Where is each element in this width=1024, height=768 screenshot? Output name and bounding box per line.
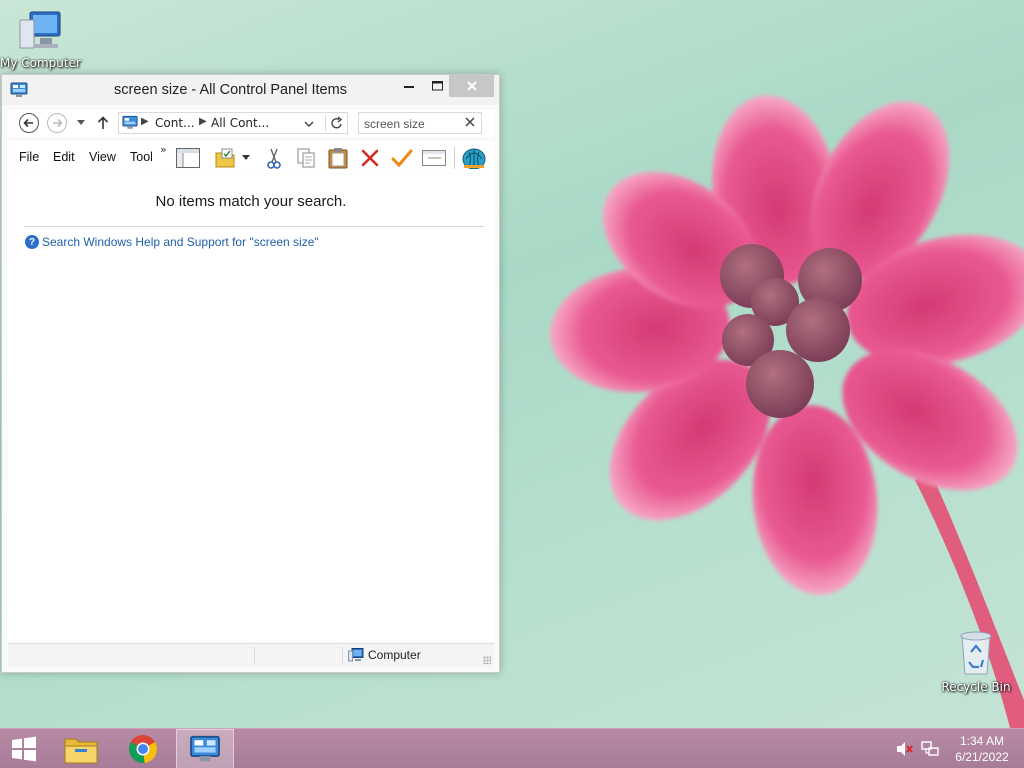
paste-icon xyxy=(328,148,348,169)
copy-button[interactable] xyxy=(294,147,318,169)
toolbar-separator xyxy=(454,147,455,169)
navigation-bar: ▶ Cont... ▶ All Cont... screen size xyxy=(8,109,494,137)
properties-icon xyxy=(422,150,446,166)
refresh-button[interactable] xyxy=(325,115,347,131)
shell-icon xyxy=(462,148,486,169)
computer-icon xyxy=(19,11,61,49)
apply-button[interactable] xyxy=(390,147,414,169)
layout-pane-button[interactable] xyxy=(176,147,200,169)
breadcrumb-separator-icon[interactable]: ▶ xyxy=(141,116,149,127)
control-panel-icon xyxy=(122,115,138,129)
windows-logo-icon xyxy=(12,736,36,762)
maximize-button[interactable] xyxy=(422,75,452,97)
desktop-icon-label: Recycle Bin xyxy=(941,680,1011,694)
close-button[interactable] xyxy=(449,75,494,97)
start-button[interactable] xyxy=(0,729,48,768)
taskbar-control-panel[interactable] xyxy=(176,729,234,768)
volume-button[interactable] xyxy=(896,741,914,761)
cut-button[interactable] xyxy=(262,147,286,169)
resize-grip[interactable] xyxy=(483,656,491,664)
menu-file[interactable]: File xyxy=(19,150,39,164)
folder-options-dropdown[interactable] xyxy=(240,147,252,169)
menu-edit[interactable]: Edit xyxy=(53,150,75,164)
control-panel-window: screen size - All Control Panel Items ▶ … xyxy=(1,74,500,673)
shell-button[interactable] xyxy=(462,147,486,169)
volume-muted-icon xyxy=(897,742,913,756)
search-help-link-label: Search Windows Help and Support for "scr… xyxy=(42,235,319,249)
taskbar-file-explorer[interactable] xyxy=(52,729,110,768)
back-button[interactable] xyxy=(18,112,40,134)
desktop-icon-label: My Computer xyxy=(0,56,81,70)
chrome-icon xyxy=(129,735,157,763)
file-explorer-icon xyxy=(64,738,98,764)
taskbar-clock[interactable]: 1:34 AM 6/21/2022 xyxy=(948,733,1016,765)
empty-results-message: No items match your search. xyxy=(155,193,347,210)
desktop-icon-recycle-bin[interactable]: Recycle Bin xyxy=(940,630,1012,694)
status-divider xyxy=(342,647,343,665)
search-help-link[interactable]: ? Search Windows Help and Support for "s… xyxy=(25,235,319,249)
paste-button[interactable] xyxy=(326,147,350,169)
breadcrumb-separator-icon[interactable]: ▶ xyxy=(199,116,207,127)
chevron-down-icon xyxy=(242,155,250,160)
recycle-bin-icon xyxy=(960,631,992,675)
chevron-down-icon xyxy=(304,121,314,127)
help-icon: ? xyxy=(25,235,39,249)
breadcrumb-all-control-panel-items[interactable]: All Cont... xyxy=(211,116,269,130)
folder-options-button[interactable] xyxy=(213,147,237,169)
cut-icon xyxy=(267,148,281,169)
copy-icon xyxy=(297,148,315,168)
window-titlebar[interactable]: screen size - All Control Panel Items xyxy=(2,75,499,105)
content-divider xyxy=(24,226,484,227)
taskbar-chrome[interactable] xyxy=(114,729,172,768)
content-pane: No items match your search. ? Search Win… xyxy=(8,174,494,642)
maximize-icon xyxy=(431,81,443,91)
status-zone: Computer xyxy=(348,648,421,662)
status-zone-label: Computer xyxy=(368,648,421,662)
layout-pane-icon xyxy=(176,148,200,168)
up-arrow-icon xyxy=(97,116,109,129)
search-input[interactable]: screen size xyxy=(358,112,482,134)
up-button[interactable] xyxy=(94,112,112,134)
status-divider xyxy=(254,647,255,665)
recent-locations-button[interactable] xyxy=(74,112,88,134)
close-icon xyxy=(466,81,477,91)
clock-date: 6/21/2022 xyxy=(955,750,1009,764)
minimize-button[interactable] xyxy=(394,75,424,97)
chevron-down-icon xyxy=(77,120,85,125)
address-dropdown-button[interactable] xyxy=(304,117,314,131)
forward-arrow-icon xyxy=(47,113,67,133)
menu-view[interactable]: View xyxy=(89,150,116,164)
status-bar: Computer xyxy=(8,643,494,667)
clock-time: 1:34 AM xyxy=(959,734,1005,748)
delete-button[interactable] xyxy=(358,147,382,169)
delete-icon xyxy=(361,149,379,167)
control-panel-icon xyxy=(190,735,220,762)
network-icon xyxy=(921,741,939,756)
menu-overflow-chevron-icon[interactable]: » xyxy=(160,143,167,156)
desktop-icon-my-computer[interactable]: My Computer xyxy=(0,10,81,70)
breadcrumb-control-panel[interactable]: Cont... xyxy=(155,116,194,130)
search-input-value: screen size xyxy=(364,117,425,131)
refresh-icon xyxy=(330,116,342,129)
network-button[interactable] xyxy=(921,741,939,761)
taskbar: 1:34 AM 6/21/2022 xyxy=(0,728,1024,768)
computer-icon xyxy=(348,648,364,662)
menu-tools[interactable]: Tools xyxy=(130,150,152,164)
clear-search-button[interactable] xyxy=(465,116,475,130)
back-arrow-icon xyxy=(19,113,39,133)
menu-toolbar-row: File Edit View Tools » xyxy=(8,141,494,173)
address-bar[interactable]: ▶ Cont... ▶ All Cont... xyxy=(118,112,348,134)
folder-icon xyxy=(215,148,235,168)
properties-button[interactable] xyxy=(422,147,446,169)
minimize-icon xyxy=(404,86,414,88)
forward-button[interactable] xyxy=(46,112,68,134)
check-icon xyxy=(391,149,413,168)
close-icon xyxy=(465,117,475,127)
